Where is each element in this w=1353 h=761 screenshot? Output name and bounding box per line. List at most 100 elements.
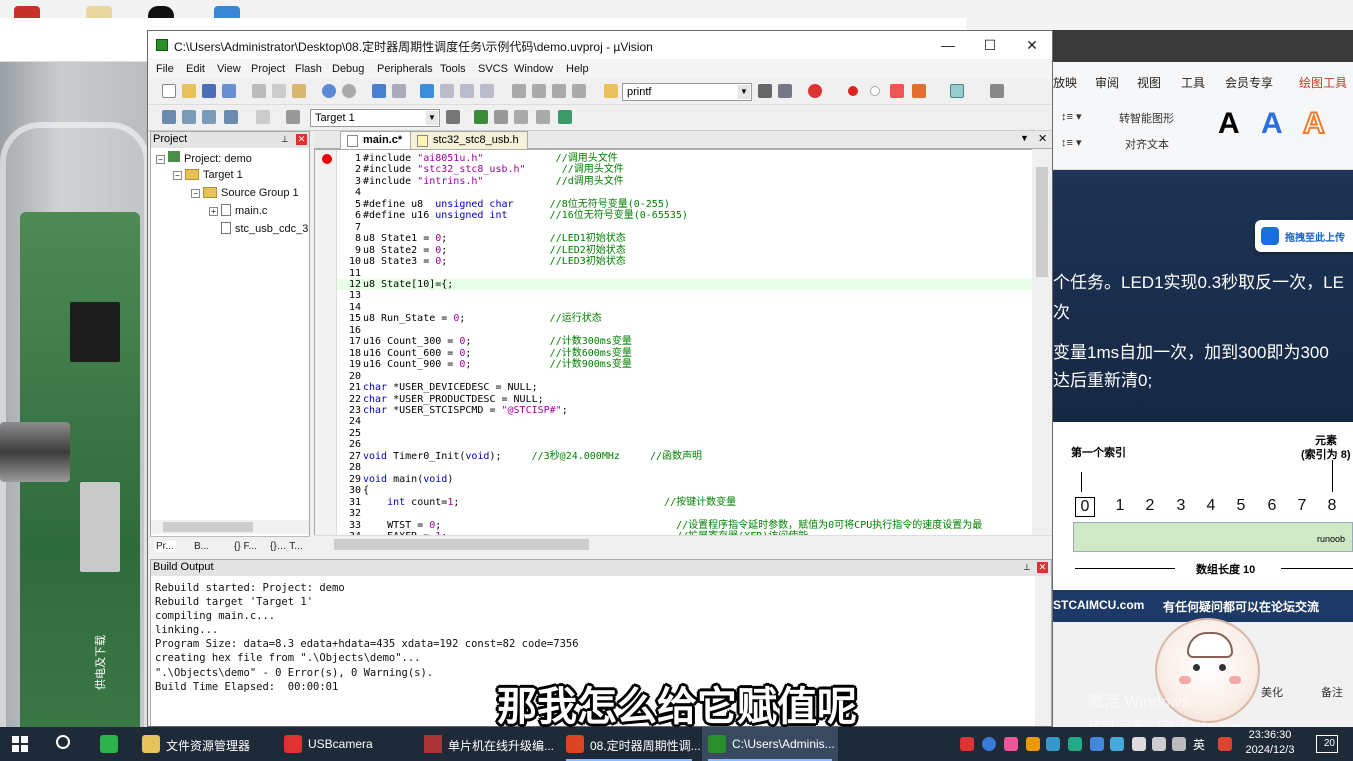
code-line[interactable]: 30{ [337,485,1037,496]
tab-usb-h[interactable]: stc32_stc8_usb.h [410,131,528,149]
code-line[interactable]: 22 char *USER_PRODUCTDESC = NULL; [337,394,1037,405]
copy-icon[interactable] [272,84,286,98]
menu-peripherals[interactable]: Peripherals [377,63,433,75]
target-options-icon[interactable] [446,110,460,124]
code-line[interactable]: 31 int count=1; //按键计数变量 [337,497,1037,508]
code-text[interactable]: 1 #include "ai8051u.h" //调用头文件 2 #include "… [337,153,1037,536]
code-line[interactable]: 17 u16 Count_300 = 0; //计数300ms变量 [337,336,1037,347]
beautify-button[interactable]: 美化 [1261,684,1283,700]
debug-icon[interactable] [808,84,822,98]
taskbar-app-isp[interactable]: 单片机在线升级编... [418,727,556,761]
bookmark-next-icon[interactable] [460,84,474,98]
menu-file[interactable]: File [156,63,174,75]
close-icon[interactable]: ✕ [296,134,307,145]
menu-debug[interactable]: Debug [332,63,364,75]
tree-file-main[interactable]: + main.c [209,204,267,217]
code-line[interactable]: 25 [337,428,1037,439]
tree-source-group[interactable]: − Source Group 1 [191,187,299,199]
ime-indicator[interactable]: 英 [1193,736,1205,753]
batch-build-icon[interactable] [224,110,238,124]
tree-project-root[interactable]: − Project: demo [156,151,252,165]
volume-icon[interactable] [1152,737,1166,751]
code-line[interactable]: 27 void Timer0_Init(void); //3秒@24.000MHz… [337,451,1037,462]
search-icon[interactable] [56,735,70,749]
collapse-icon[interactable]: − [173,171,182,180]
rebuild-icon[interactable] [202,110,216,124]
pin-icon[interactable]: ⊥ [1023,562,1031,573]
code-line[interactable]: 7 [337,222,1037,233]
smart-shape-button[interactable]: 转智能图形 [1119,110,1174,126]
code-line[interactable]: 26 [337,439,1037,450]
sogou-icon[interactable] [1218,737,1232,751]
close-button[interactable]: ✕ [1012,33,1052,57]
indent-icon[interactable] [512,84,526,98]
code-line[interactable]: 21 char *USER_DEVICEDESC = NULL; [337,382,1037,393]
download-icon[interactable] [286,110,300,124]
code-line[interactable]: 10 u8 State3 = 0; //LED3初始状态 [337,256,1037,267]
undo-icon[interactable] [322,84,336,98]
menu-flash[interactable]: Flash [295,63,322,75]
tree-file-lib[interactable]: stc_usb_cdc_3 [221,222,308,235]
code-line[interactable]: 16 [337,325,1037,336]
code-line[interactable]: 4 [337,187,1037,198]
align-text-button[interactable]: 对齐文本 [1125,136,1169,152]
pin-icon[interactable]: ⊥ [281,134,289,145]
editor-vscroll[interactable] [1032,149,1052,537]
find-combo[interactable]: printf ▼ [622,83,752,101]
nav-back-icon[interactable] [372,84,386,98]
code-line[interactable]: 13 [337,290,1037,301]
tab-templates[interactable]: {}… T... [270,541,303,552]
maximize-button[interactable]: ☐ [970,33,1010,57]
code-line[interactable]: 9 u8 State2 = 0; //LED2初始状态 [337,245,1037,256]
paste-icon[interactable] [292,84,306,98]
line-spacing-icon[interactable]: ↕≡ ▾ [1061,110,1082,123]
text-style-black-icon[interactable]: A [1218,107,1240,141]
nav-forward-icon[interactable] [392,84,406,98]
tray-bluetooth-icon[interactable] [1090,737,1104,751]
code-line[interactable]: 3 #include "intrins.h" //d调用头文件 [337,176,1037,187]
collapse-icon[interactable]: − [191,189,200,198]
notification-icon[interactable]: 20 [1316,735,1338,753]
code-line[interactable]: 2 #include "stc32_stc8_usb.h" //调用头文件 [337,164,1037,175]
close-editor-icon[interactable]: ✕ [1038,132,1047,145]
tray-bluetooth-icon[interactable] [982,737,996,751]
save-icon[interactable] [202,84,216,98]
menu-svcs[interactable]: SVCS [478,63,508,75]
tray-check-icon[interactable] [1068,737,1082,751]
ribbon-tab-view[interactable]: 视图 [1137,74,1161,91]
ribbon-tab-tools[interactable]: 工具 [1181,74,1205,91]
tray-app-icon[interactable] [1004,737,1018,751]
tray-app-icon[interactable] [1110,737,1124,751]
code-line[interactable]: 6 #define u16 unsigned int //16位无符号变量(0-6… [337,210,1037,221]
select-packs-icon[interactable] [514,110,528,124]
comment-icon[interactable] [552,84,566,98]
breakpoint-clear-icon[interactable] [890,84,904,98]
code-line[interactable]: 29 void main(void) [337,474,1037,485]
code-line[interactable]: 15 u8 Run_State = 0; //运行状态 [337,313,1037,324]
target-combo[interactable]: Target 1 ▼ [310,109,440,127]
text-style-outline-icon[interactable]: A [1302,106,1326,141]
code-line[interactable]: 5 #define u8 unsigned char //8位无符号变量(0-25… [337,199,1037,210]
bookmark-prev-icon[interactable] [440,84,454,98]
bookmark-clear-icon[interactable] [480,84,494,98]
taskbar-app-uvision[interactable]: C:\Users\Adminis... [702,727,838,761]
code-line[interactable]: 33 WTST = 0; //设置程序指令延时参数，赋值为0可将CPU执行指令的… [337,520,1037,531]
project-hscroll[interactable] [151,520,309,534]
code-line[interactable]: 20 [337,371,1037,382]
upload-tip[interactable]: 拖拽至此上传 [1255,220,1353,252]
code-line[interactable]: 19 u16 Count_900 = 0; //计数900ms变量 [337,359,1037,370]
code-line[interactable]: 28 [337,462,1037,473]
breakpoint-icon[interactable] [848,86,858,96]
tab-functions[interactable]: {} F... [234,541,257,552]
code-line[interactable]: 8 u8 State1 = 0; //LED1初始状态 [337,233,1037,244]
code-line[interactable]: 1 #include "ai8051u.h" //调用头文件 [337,153,1037,164]
microphone-icon[interactable] [1172,737,1186,751]
configure-icon[interactable] [990,84,1004,98]
code-line[interactable]: 14 [337,302,1037,313]
tray-app-icon[interactable] [960,737,974,751]
editor-hscroll[interactable] [314,535,1052,553]
code-line[interactable]: 32 [337,508,1037,519]
save-all-icon[interactable] [222,84,236,98]
open-file-icon[interactable] [182,84,196,98]
tab-project[interactable]: Pr... [154,541,176,552]
